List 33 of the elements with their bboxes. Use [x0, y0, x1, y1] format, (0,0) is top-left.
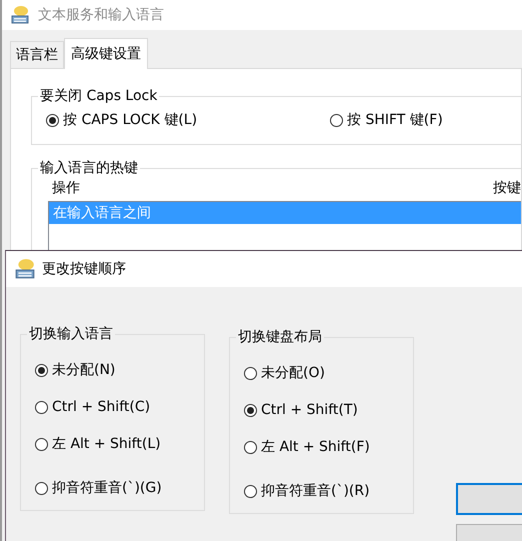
group-title: 要关闭 Caps Lock: [39, 87, 158, 105]
radio-label: Ctrl + Shift(T): [261, 402, 358, 418]
radio-button[interactable]: [244, 484, 257, 498]
radio-button[interactable]: [46, 114, 59, 126]
radio-label: 左 Alt + Shift(L): [52, 435, 161, 453]
radio-button[interactable]: [35, 400, 48, 414]
radio-label: 抑音符重音(`)(G): [52, 479, 162, 497]
group-title: 输入语言的热键: [39, 159, 139, 177]
tab[interactable]: 高级键设置: [64, 38, 148, 69]
radio-button[interactable]: [244, 440, 257, 454]
radio-button[interactable]: [35, 482, 48, 494]
group-title: 切换键盘布局: [237, 328, 323, 346]
radio-label: 按 CAPS LOCK 键(L): [63, 111, 198, 129]
radio-button[interactable]: [330, 114, 343, 126]
group-title: 切换输入语言: [28, 325, 114, 343]
radio-label: 左 Alt + Shift(F): [261, 438, 370, 456]
tab[interactable]: 语言栏: [10, 41, 64, 68]
column-header: 按键: [493, 179, 521, 197]
radio-label: 抑音符重音(`)(R): [261, 482, 370, 500]
keyboard-speech-icon: [10, 5, 30, 25]
column-header: 操作: [52, 179, 80, 197]
dialog-title: 更改按键顺序: [42, 260, 126, 278]
radio-label: 未分配(N): [52, 361, 116, 379]
dialog-button[interactable]: [456, 483, 522, 515]
radio-label: 未分配(O): [261, 364, 325, 382]
radio-button[interactable]: [35, 364, 48, 376]
keyboard-speech-icon: [14, 258, 36, 280]
radio-label: 按 SHIFT 键(F): [347, 111, 443, 129]
radio-button[interactable]: [35, 438, 48, 450]
radio-button[interactable]: [244, 366, 257, 380]
radio-button[interactable]: [244, 404, 257, 416]
radio-label: Ctrl + Shift(C): [52, 399, 150, 415]
window-title: 文本服务和输入语言: [38, 6, 164, 24]
